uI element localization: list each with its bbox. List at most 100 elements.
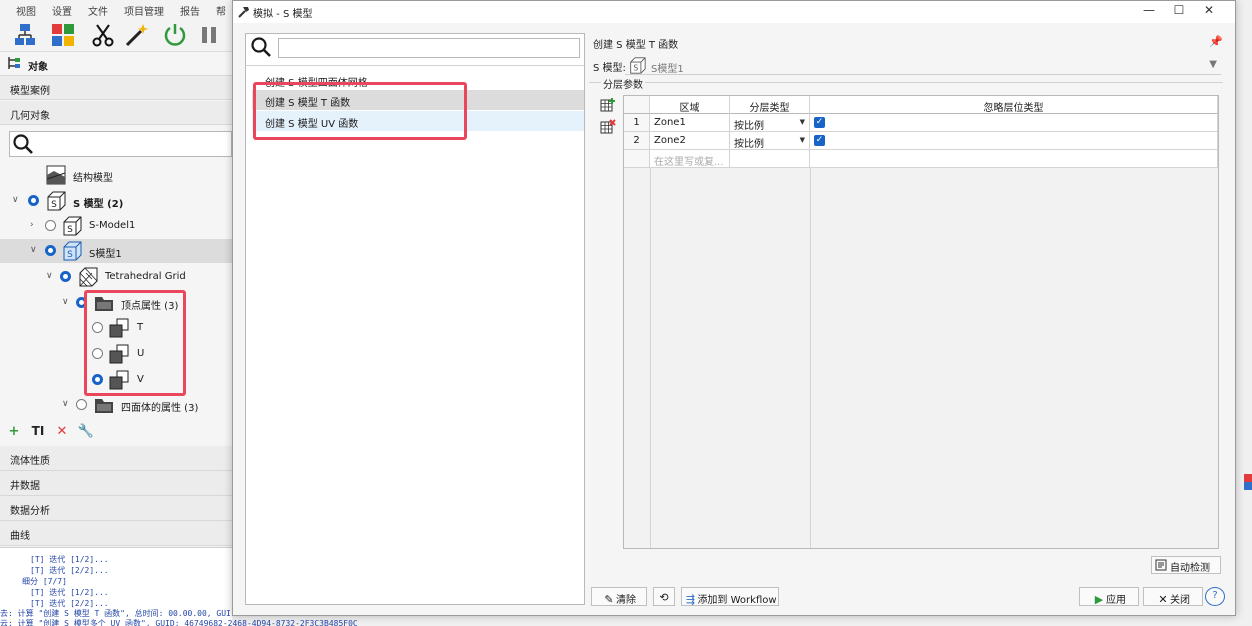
structure-model-icon bbox=[46, 165, 66, 185]
row-number: 1 bbox=[624, 114, 650, 132]
auto-detect-button[interactable]: 自动检测 bbox=[1151, 556, 1221, 574]
text-icon[interactable]: TI bbox=[29, 424, 47, 442]
hammer-icon bbox=[238, 7, 249, 18]
highlight-box bbox=[84, 290, 186, 396]
power-icon[interactable] bbox=[162, 22, 188, 48]
column-header-zone[interactable]: 区域 bbox=[650, 96, 730, 114]
add-to-workflow-button[interactable]: ⇶ 添加到 Workflow bbox=[681, 587, 779, 606]
simulation-dialog: 模拟 - S 模型 — ☐ ✕ 创建 S 模型四面体网格 创建 S 模型 T 函… bbox=[232, 0, 1236, 616]
close-button[interactable]: ✕ 关闭 bbox=[1143, 587, 1203, 606]
curves-section[interactable]: 曲线 bbox=[0, 521, 232, 546]
ignore-horizon-cell: ✓ bbox=[810, 132, 1218, 150]
close-window-button[interactable]: ✕ bbox=[1199, 3, 1219, 21]
function-search-input[interactable] bbox=[278, 38, 580, 58]
pin-icon[interactable]: 📌 bbox=[1209, 35, 1223, 48]
chevron-down-icon[interactable]: ∨ bbox=[12, 195, 19, 205]
chevron-down-icon[interactable]: ∨ bbox=[30, 245, 37, 255]
maximize-button[interactable]: ☐ bbox=[1169, 3, 1189, 21]
help-icon: ? bbox=[1212, 590, 1218, 601]
workflow-icon[interactable] bbox=[12, 22, 38, 48]
apply-button[interactable]: ▶ 应用 bbox=[1079, 587, 1139, 606]
ignore-horizon-checkbox[interactable]: ✓ bbox=[814, 117, 825, 128]
fluid-properties-section[interactable]: 流体性质 bbox=[0, 446, 232, 471]
menu-project[interactable]: 项目管理 bbox=[124, 3, 164, 18]
menu-view[interactable]: 视图 bbox=[16, 3, 36, 18]
dropdown-arrow-icon[interactable]: ▼ bbox=[800, 118, 805, 126]
tree-item-tetrahedral-grid[interactable]: ∨ Tetrahedral Grid bbox=[0, 265, 232, 289]
help-button[interactable]: ? bbox=[1205, 587, 1225, 606]
tree-item-s-model1-en[interactable]: › S S-Model1 bbox=[0, 214, 232, 238]
auto-detect-label: 自动检测 bbox=[1170, 563, 1210, 574]
chevron-down-icon[interactable]: ∨ bbox=[46, 271, 53, 281]
visibility-radio[interactable] bbox=[45, 220, 56, 231]
table-corner bbox=[624, 96, 650, 114]
log-line: 细分 [7/7] bbox=[22, 577, 67, 586]
layer-type-select[interactable]: 按比例 ▼ bbox=[730, 114, 810, 132]
s-model-icon: S bbox=[63, 216, 82, 236]
background-window-edge bbox=[1236, 0, 1252, 626]
column-header-layer-type[interactable]: 分层类型 bbox=[730, 96, 810, 114]
menu-help[interactable]: 帮 bbox=[216, 3, 226, 18]
magic-wand-icon[interactable] bbox=[124, 22, 150, 48]
geometry-objects-section[interactable]: 几何对象 bbox=[0, 101, 232, 125]
visibility-radio[interactable] bbox=[28, 195, 39, 206]
new-row-cell[interactable] bbox=[810, 150, 1218, 168]
refresh-icon: ⟲ bbox=[659, 591, 669, 604]
column-divider bbox=[810, 168, 811, 548]
reset-button[interactable]: ⟲ bbox=[653, 587, 675, 606]
add-icon[interactable]: + bbox=[5, 424, 23, 442]
zone-cell[interactable]: Zone1 bbox=[650, 114, 730, 132]
chevron-down-icon[interactable]: ∨ bbox=[62, 399, 69, 409]
well-data-section[interactable]: 井数据 bbox=[0, 471, 232, 496]
object-search-input[interactable] bbox=[9, 131, 232, 157]
row-number: 2 bbox=[624, 132, 650, 150]
dialog-titlebar: 模拟 - S 模型 — ☐ ✕ bbox=[233, 1, 1235, 23]
ignore-horizon-cell: ✓ bbox=[810, 114, 1218, 132]
tree-item-label: S-Model1 bbox=[89, 220, 136, 231]
tree-item-s-models[interactable]: ∨ S S 模型 (2) bbox=[0, 189, 232, 213]
menu-settings[interactable]: 设置 bbox=[52, 3, 72, 18]
visibility-radio[interactable] bbox=[60, 271, 71, 282]
s-model-icon: S bbox=[630, 57, 646, 74]
chevron-right-icon[interactable]: › bbox=[30, 220, 34, 230]
column-divider bbox=[650, 168, 651, 548]
tree-item-tetra-properties[interactable]: ∨ 四面体的属性 (3) bbox=[0, 393, 232, 415]
tree-item-s-model1[interactable]: ∨ S S模型1 bbox=[0, 239, 232, 263]
clear-button[interactable]: ✎ 清除 bbox=[591, 587, 647, 606]
tree-item-label: Tetrahedral Grid bbox=[105, 271, 186, 282]
dropdown-arrow-icon[interactable]: ▼ bbox=[1209, 59, 1217, 70]
divider bbox=[246, 65, 584, 66]
visibility-radio[interactable] bbox=[45, 245, 56, 256]
ignore-horizon-checkbox[interactable]: ✓ bbox=[814, 135, 825, 146]
menu-bar: 视图 设置 文件 项目管理 报告 帮 bbox=[0, 0, 232, 18]
model-select[interactable]: S S模型1 ▼ bbox=[625, 57, 1221, 75]
auto-detect-icon bbox=[1155, 559, 1167, 571]
new-row-input[interactable]: 在这里写或复... bbox=[650, 150, 730, 168]
layer-type-select[interactable]: 按比例 ▼ bbox=[730, 132, 810, 150]
folder-icon bbox=[95, 399, 113, 413]
model-cases-section[interactable]: 模型案例 bbox=[0, 76, 232, 100]
delete-icon[interactable]: ✕ bbox=[53, 424, 71, 442]
new-row-cell[interactable] bbox=[730, 150, 810, 168]
chevron-down-icon[interactable]: ∨ bbox=[62, 297, 69, 307]
pause-icon[interactable] bbox=[196, 22, 222, 48]
tree-item-label: S模型1 bbox=[89, 249, 122, 260]
svg-text:S: S bbox=[633, 64, 638, 73]
column-header-ignore-horizon[interactable]: 忽略层位类型 bbox=[810, 96, 1218, 114]
add-row-icon[interactable] bbox=[600, 97, 616, 113]
menu-report[interactable]: 报告 bbox=[180, 3, 200, 18]
visibility-radio[interactable] bbox=[76, 399, 87, 410]
log-line: [T] 迭代 [2/2]... bbox=[30, 566, 109, 575]
scissors-icon[interactable] bbox=[90, 22, 116, 48]
zone-cell[interactable]: Zone2 bbox=[650, 132, 730, 150]
dropdown-arrow-icon[interactable]: ▼ bbox=[800, 136, 805, 144]
minimize-button[interactable]: — bbox=[1139, 3, 1159, 21]
tree-item-structure-model[interactable]: 结构模型 bbox=[0, 163, 232, 187]
plugin-icon[interactable] bbox=[50, 22, 76, 48]
data-analysis-section[interactable]: 数据分析 bbox=[0, 496, 232, 521]
menu-file[interactable]: 文件 bbox=[88, 3, 108, 18]
wrench-icon[interactable]: 🔧 bbox=[77, 424, 95, 442]
panel-title: 创建 S 模型 T 函数 bbox=[593, 40, 679, 51]
log-line: 云: 计算 "创建 S 模型多个 UV 函数", GUID: 46749682-… bbox=[0, 619, 358, 626]
delete-row-icon[interactable] bbox=[600, 119, 616, 135]
